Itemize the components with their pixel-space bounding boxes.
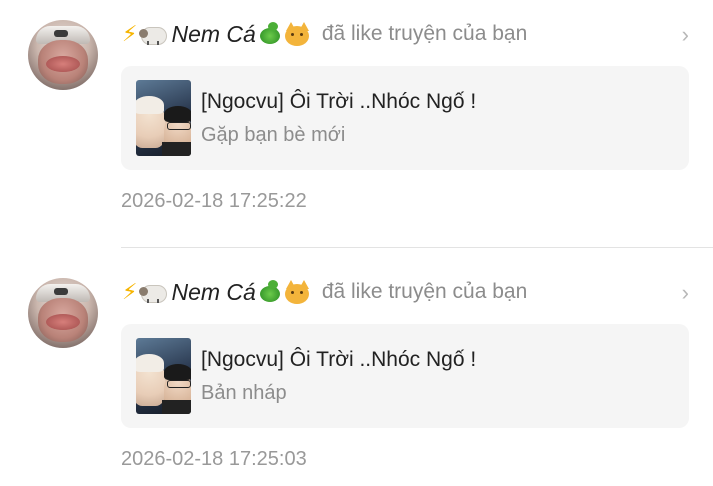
story-cover-image	[136, 80, 191, 156]
story-title: [Ngocvu] Ôi Trời ..Nhóc Ngố !	[201, 90, 477, 113]
lightning-icon: ⚡	[122, 21, 138, 46]
notification-item[interactable]: ⚡ Nem Cá đã like truyện của bạn › [Ngocv…	[0, 0, 713, 230]
divider	[121, 247, 713, 248]
username[interactable]: Nem Cá	[171, 279, 255, 306]
cat-icon	[284, 280, 310, 304]
avatar[interactable]	[28, 278, 98, 348]
story-card[interactable]: [Ngocvu] Ôi Trời ..Nhóc Ngố ! Bản nháp	[121, 324, 689, 428]
story-cover-image	[136, 338, 191, 414]
action-text: đã like truyện của bạn	[321, 22, 528, 45]
story-card[interactable]: [Ngocvu] Ôi Trời ..Nhóc Ngố ! Gặp bạn bè…	[121, 66, 689, 170]
notification-header: ⚡ Nem Cá đã like truyện của bạn	[122, 274, 527, 310]
timestamp: 2026-02-18 17:25:22	[121, 190, 307, 212]
timestamp: 2026-02-18 17:25:03	[121, 448, 307, 470]
snake-icon	[258, 22, 282, 46]
chevron-right-icon[interactable]: ›	[682, 280, 689, 306]
chevron-right-icon[interactable]: ›	[682, 22, 689, 48]
lightning-icon: ⚡	[122, 279, 138, 304]
story-title: [Ngocvu] Ôi Trời ..Nhóc Ngố !	[201, 348, 477, 371]
story-chapter: Bản nháp	[201, 382, 287, 404]
story-chapter: Gặp bạn bè mới	[201, 124, 346, 146]
username[interactable]: Nem Cá	[171, 21, 255, 48]
notification-item[interactable]: ⚡ Nem Cá đã like truyện của bạn › [Ngocv…	[0, 258, 713, 486]
snake-icon	[258, 280, 282, 304]
sheep-icon	[139, 23, 169, 45]
cat-icon	[284, 22, 310, 46]
sheep-icon	[139, 281, 169, 303]
notification-list: ⚡ Nem Cá đã like truyện của bạn › [Ngocv…	[0, 0, 713, 486]
avatar[interactable]	[28, 20, 98, 90]
action-text: đã like truyện của bạn	[321, 280, 528, 303]
notification-header: ⚡ Nem Cá đã like truyện của bạn	[122, 16, 527, 52]
